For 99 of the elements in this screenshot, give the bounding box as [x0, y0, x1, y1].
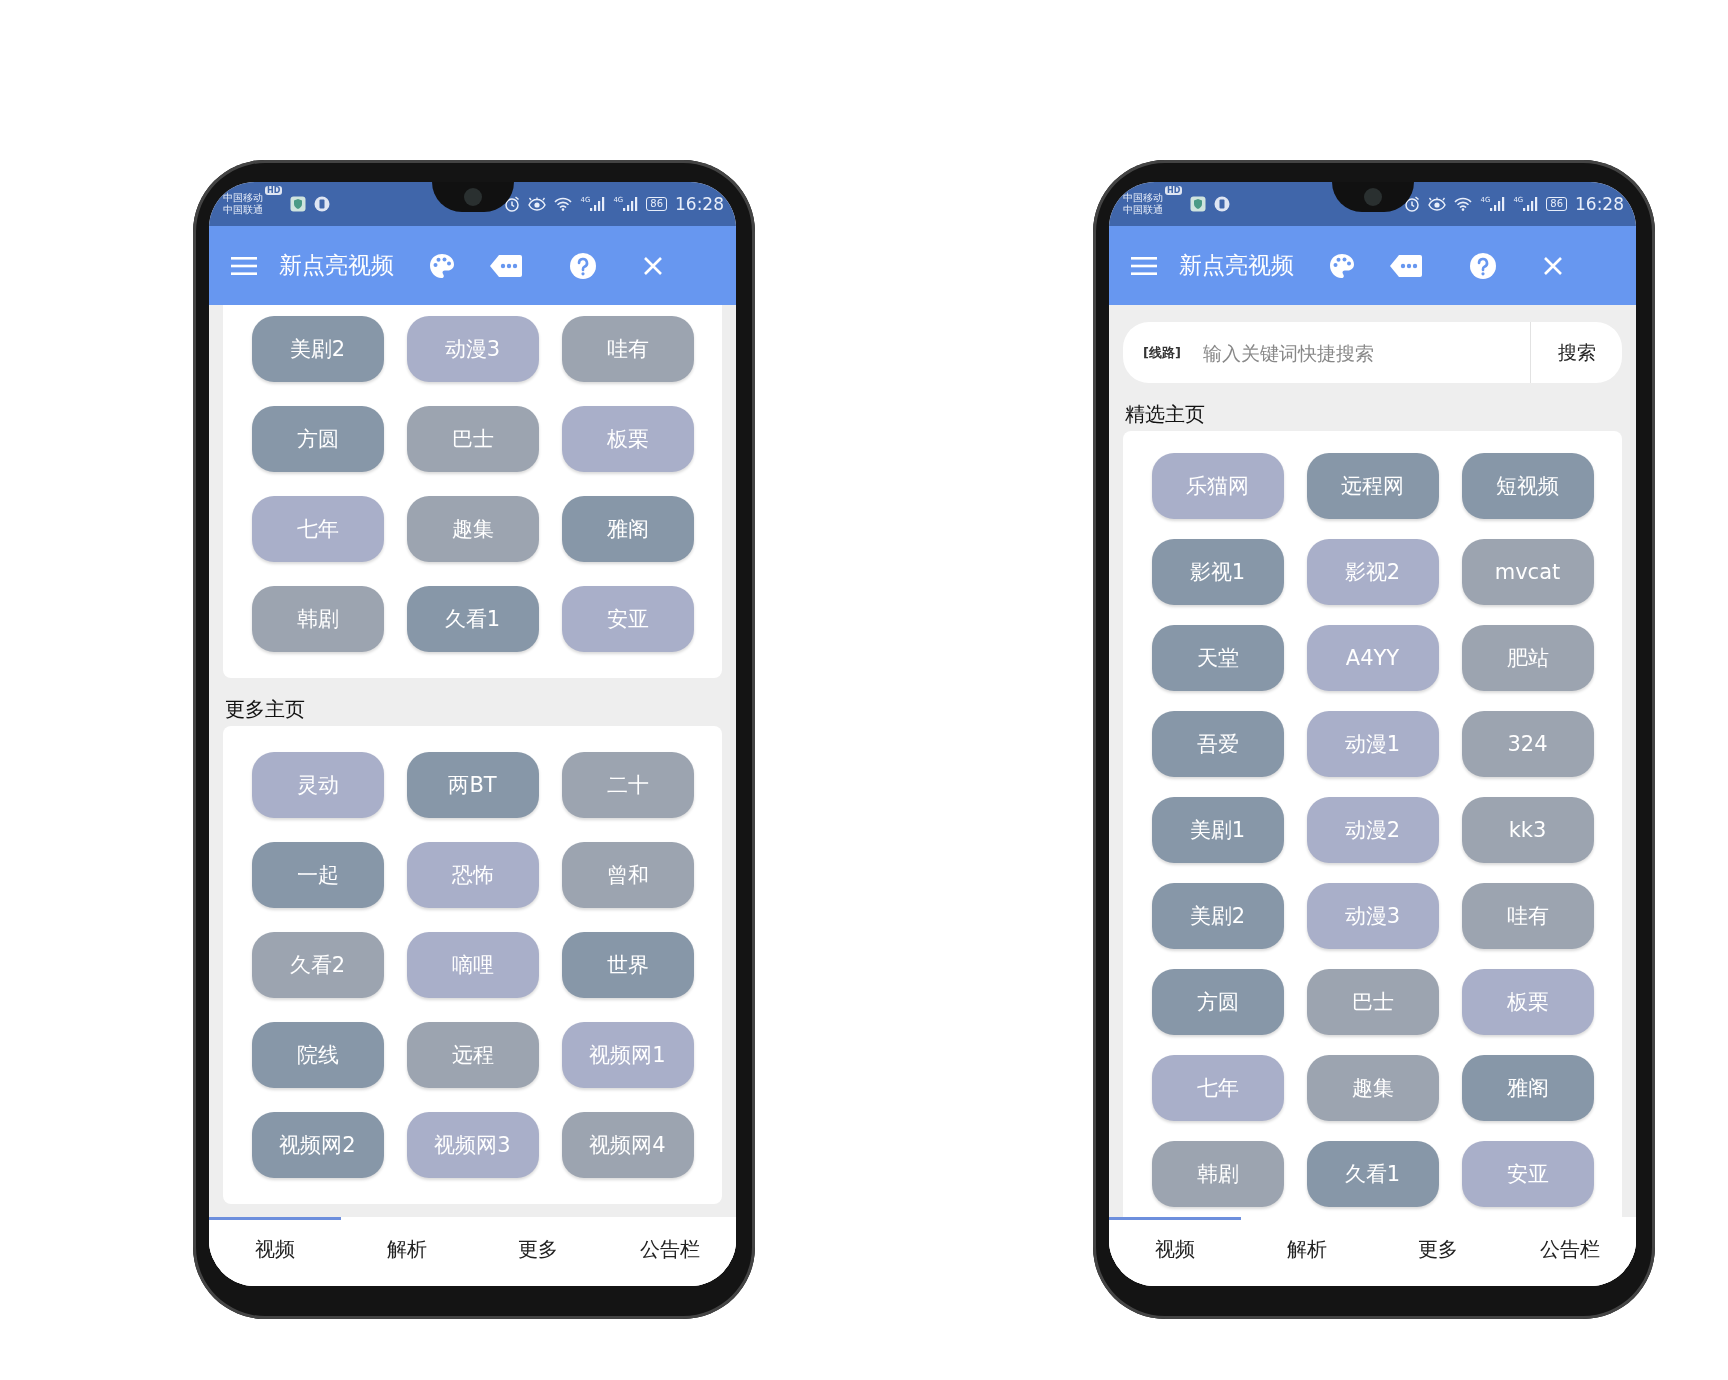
site-tag[interactable]: 肥站 — [1461, 625, 1594, 691]
site-tag[interactable]: 嘀哩 — [406, 932, 539, 998]
site-tag[interactable]: 远程网 — [1306, 453, 1439, 519]
battery-level: 86 — [646, 197, 667, 211]
site-tag[interactable]: 两BT — [406, 752, 539, 818]
site-tag[interactable]: 韩剧 — [1151, 1141, 1284, 1207]
wifi-icon — [554, 197, 573, 211]
close-icon[interactable] — [1543, 255, 1563, 276]
palette-icon[interactable] — [1329, 252, 1355, 279]
app-title: 新点亮视频 — [1179, 251, 1295, 280]
carrier-name: 中国移动 — [1123, 192, 1163, 204]
site-tag[interactable]: mvcat — [1461, 539, 1594, 605]
site-tag[interactable]: 板栗 — [561, 406, 694, 472]
site-tag[interactable]: 板栗 — [1461, 969, 1594, 1035]
clock-time: 16:28 — [1575, 194, 1624, 214]
site-tag[interactable]: 二十 — [561, 752, 694, 818]
site-tag[interactable]: 美剧2 — [1151, 883, 1284, 949]
site-tag[interactable]: 动漫3 — [406, 316, 539, 382]
site-tag[interactable]: 影视1 — [1151, 539, 1284, 605]
carrier-name: 中国移动 — [223, 192, 263, 204]
site-tag[interactable]: 动漫3 — [1306, 883, 1439, 949]
site-tag[interactable]: 趣集 — [1306, 1055, 1439, 1121]
site-tag[interactable]: 美剧1 — [1151, 797, 1284, 863]
shield-icon — [290, 196, 307, 212]
site-tag[interactable]: 恐怖 — [406, 842, 539, 908]
alarm-icon — [504, 196, 521, 212]
site-tag[interactable]: 七年 — [1151, 1055, 1284, 1121]
site-tag[interactable]: 七年 — [251, 496, 384, 562]
site-tag[interactable]: 影视2 — [1306, 539, 1439, 605]
site-tag[interactable]: 吾爱 — [1151, 711, 1284, 777]
signal-icon — [590, 196, 606, 212]
site-tag[interactable]: 远程 — [406, 1022, 539, 1088]
site-tag[interactable]: A4YY — [1306, 625, 1439, 691]
route-label[interactable]: [线路] — [1143, 343, 1201, 362]
label-dots-icon[interactable] — [489, 253, 523, 278]
site-tag[interactable]: 方圆 — [1151, 969, 1284, 1035]
site-tag[interactable]: 哇有 — [1461, 883, 1594, 949]
site-tag[interactable]: 安亚 — [1461, 1141, 1594, 1207]
site-tag[interactable]: 短视频 — [1461, 453, 1594, 519]
app-title: 新点亮视频 — [279, 251, 395, 280]
nav-tab[interactable]: 视频 — [209, 1217, 341, 1286]
site-tag[interactable]: 久看1 — [406, 586, 539, 652]
hd-badge: HD — [1165, 186, 1183, 195]
menu-icon[interactable] — [1131, 255, 1157, 276]
label-dots-icon[interactable] — [1389, 253, 1423, 278]
search-field[interactable]: [线路] 输入关键词快捷搜索 搜索 — [1123, 322, 1622, 383]
site-tag[interactable]: 哇有 — [561, 316, 694, 382]
site-tag[interactable]: 动漫1 — [1306, 711, 1439, 777]
eye-icon — [1428, 197, 1447, 211]
site-tag[interactable]: 一起 — [251, 842, 384, 908]
nav-tab[interactable]: 公告栏 — [1504, 1217, 1636, 1286]
site-tag[interactable]: 世界 — [561, 932, 694, 998]
site-tag[interactable]: 巴士 — [1306, 969, 1439, 1035]
clock-time: 16:28 — [675, 194, 724, 214]
help-icon[interactable] — [569, 251, 597, 280]
site-tag[interactable]: 灵动 — [251, 752, 384, 818]
site-tag[interactable]: 久看2 — [251, 932, 384, 998]
nav-tab[interactable]: 视频 — [1109, 1217, 1241, 1286]
site-tag[interactable]: 视频网1 — [561, 1022, 694, 1088]
site-tag[interactable]: 院线 — [251, 1022, 384, 1088]
palette-icon[interactable] — [429, 252, 455, 279]
site-tag[interactable]: 324 — [1461, 711, 1594, 777]
site-tag[interactable]: 视频网4 — [561, 1112, 694, 1178]
wifi-icon — [1454, 197, 1473, 211]
site-tag[interactable]: 曾和 — [561, 842, 694, 908]
site-tag[interactable]: 方圆 — [251, 406, 384, 472]
site-tag[interactable]: 雅阁 — [1461, 1055, 1594, 1121]
signal-icon — [1523, 196, 1539, 212]
site-tag[interactable]: 动漫2 — [1306, 797, 1439, 863]
site-tag[interactable]: 美剧2 — [251, 316, 384, 382]
section-heading: 更多主页 — [224, 696, 306, 723]
menu-icon[interactable] — [231, 255, 257, 276]
circle-icon — [314, 196, 331, 212]
alarm-icon — [1404, 196, 1421, 212]
close-icon[interactable] — [643, 255, 663, 276]
site-tag[interactable]: 韩剧 — [251, 586, 384, 652]
site-tag[interactable]: 安亚 — [561, 586, 694, 652]
site-tag[interactable]: 巴士 — [406, 406, 539, 472]
site-tag[interactable]: 久看1 — [1306, 1141, 1439, 1207]
shield-icon — [1190, 196, 1207, 212]
hd-badge: HD — [265, 186, 283, 195]
signal-icon — [1490, 196, 1506, 212]
site-tag[interactable]: 雅阁 — [561, 496, 694, 562]
signal-icon — [623, 196, 639, 212]
battery-level: 86 — [1546, 197, 1567, 211]
eye-icon — [528, 197, 547, 211]
site-tag[interactable]: 乐猫网 — [1151, 453, 1284, 519]
site-tag[interactable]: 视频网3 — [406, 1112, 539, 1178]
nav-tab[interactable]: 公告栏 — [604, 1217, 736, 1286]
search-button[interactable]: 搜索 — [1530, 322, 1622, 383]
help-icon[interactable] — [1469, 251, 1497, 280]
circle-icon — [1214, 196, 1231, 212]
site-tag[interactable]: 趣集 — [406, 496, 539, 562]
site-tag[interactable]: kk3 — [1461, 797, 1594, 863]
site-tag[interactable]: 视频网2 — [251, 1112, 384, 1178]
carrier-name: 中国联通 — [223, 204, 263, 216]
section-heading: 精选主页 — [1124, 401, 1206, 428]
carrier-name: 中国联通 — [1123, 204, 1163, 216]
site-tag[interactable]: 天堂 — [1151, 625, 1284, 691]
